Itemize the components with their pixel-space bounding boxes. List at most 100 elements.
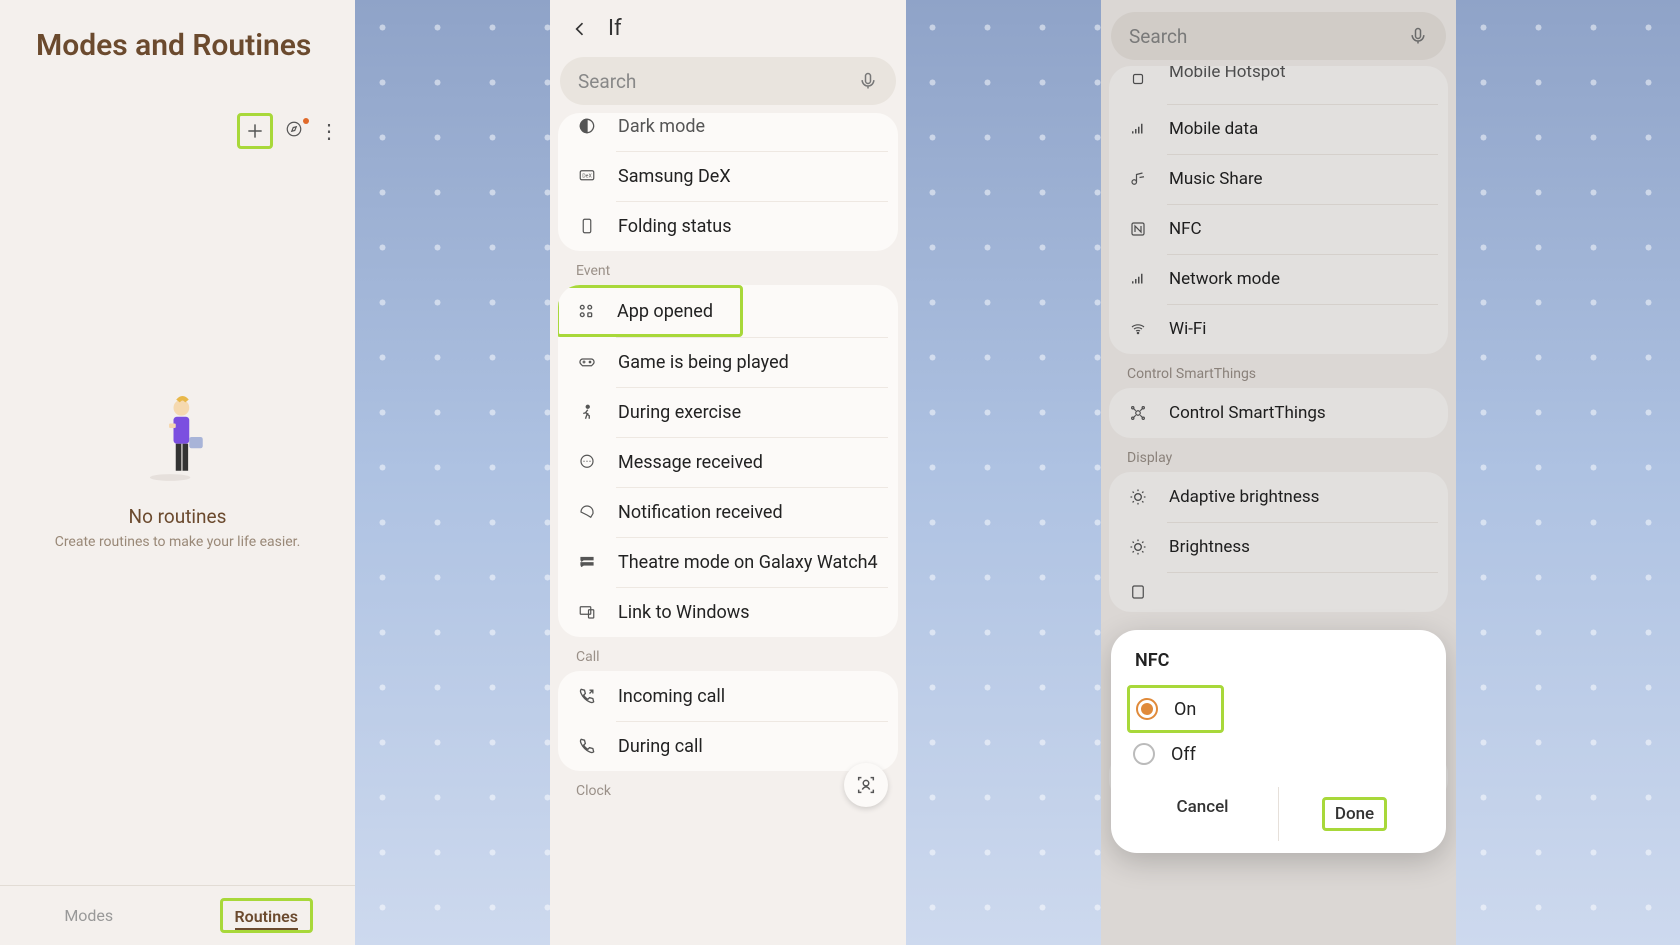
incoming-call-icon: [576, 685, 598, 707]
tab-routines-label: Routines: [235, 907, 298, 930]
radio-label: Off: [1171, 744, 1196, 765]
search-input[interactable]: Search: [1111, 12, 1446, 60]
empty-illustration-icon: [138, 387, 218, 487]
list-item-label: Notification received: [618, 502, 783, 523]
music-share-icon: [1127, 168, 1149, 190]
list-item[interactable]: Network mode: [1109, 254, 1448, 304]
phone-screen-2: If Search Dark mode DeX Samsung DeX: [550, 0, 906, 945]
exercise-icon: [576, 401, 598, 423]
cancel-label: Cancel: [1176, 797, 1228, 817]
list-item[interactable]: Brightness: [1109, 522, 1448, 572]
list-item[interactable]: Game is being played: [558, 337, 898, 387]
theatre-icon: [576, 551, 598, 573]
search-placeholder: Search: [578, 70, 636, 93]
mobile-data-icon: [1127, 118, 1149, 140]
game-icon: [576, 351, 598, 373]
dex-icon: DeX: [576, 165, 598, 187]
dialog-title: NFC: [1127, 650, 1430, 685]
list-item-label: Folding status: [618, 216, 732, 237]
list-item-label: Incoming call: [618, 686, 725, 707]
list-item[interactable]: During call: [558, 721, 898, 771]
mic-icon[interactable]: [1408, 26, 1428, 46]
list-item[interactable]: Folding status: [558, 201, 898, 251]
add-routine-button[interactable]: [237, 113, 273, 149]
list-item[interactable]: Incoming call: [558, 671, 898, 721]
list-item[interactable]: Control SmartThings: [1109, 388, 1448, 438]
list-item-app-opened[interactable]: App opened: [558, 285, 898, 337]
list-item[interactable]: Mobile data: [1109, 104, 1448, 154]
list-item[interactable]: During exercise: [558, 387, 898, 437]
cancel-button[interactable]: Cancel: [1127, 787, 1278, 841]
list-item-label: Theatre mode on Galaxy Watch4: [618, 552, 878, 573]
empty-state: No routines Create routines to make your…: [0, 329, 355, 607]
dark-mode-icon: [576, 115, 598, 137]
done-button[interactable]: Done: [1278, 787, 1430, 841]
message-icon: [576, 451, 598, 473]
list-item[interactable]: Link to Windows: [558, 587, 898, 637]
list-item[interactable]: Adaptive brightness: [1109, 472, 1448, 522]
list-item-label: Music Share: [1169, 169, 1263, 189]
list-item-label: Mobile data: [1169, 119, 1258, 139]
wallpaper-strip: [905, 0, 1101, 945]
notification-dot-icon: [303, 118, 309, 124]
search-placeholder: Search: [1129, 25, 1187, 48]
radio-off-icon: [1133, 743, 1155, 765]
tab-routines[interactable]: Routines: [178, 886, 356, 945]
list-item[interactable]: [1109, 572, 1448, 612]
empty-subtitle: Create routines to make your life easier…: [55, 534, 301, 550]
back-button[interactable]: [570, 19, 590, 39]
header-title: If: [608, 16, 622, 41]
tab-modes-label: Modes: [64, 906, 113, 925]
list-item[interactable]: Theatre mode on Galaxy Watch4: [558, 537, 898, 587]
wallpaper-strip: [1456, 0, 1680, 945]
svg-text:DeX: DeX: [582, 174, 592, 180]
hotspot-icon: [1127, 68, 1149, 90]
list-item[interactable]: Message received: [558, 437, 898, 487]
list-item[interactable]: NFC: [1109, 204, 1448, 254]
list-item[interactable]: Wi-Fi: [1109, 304, 1448, 354]
adaptive-brightness-icon: [1127, 486, 1149, 508]
list-item-label: [1169, 582, 1173, 602]
list-item-label: Wi-Fi: [1169, 319, 1206, 339]
list-item[interactable]: Dark mode: [558, 113, 898, 151]
screen-icon: [1127, 581, 1149, 603]
list-item[interactable]: Mobile Hotspot: [1109, 66, 1448, 104]
list-item[interactable]: Notification received: [558, 487, 898, 537]
during-call-icon: [576, 735, 598, 757]
done-label: Done: [1322, 797, 1387, 831]
list-item-label: Link to Windows: [618, 602, 750, 623]
link-windows-icon: [576, 601, 598, 623]
radio-label: On: [1174, 699, 1196, 720]
list-item-label: Network mode: [1169, 269, 1280, 289]
list-item[interactable]: Music Share: [1109, 154, 1448, 204]
list-item-label: Message received: [618, 452, 763, 473]
nfc-dialog: NFC On Off Cancel Done: [1111, 630, 1446, 853]
brightness-icon: [1127, 536, 1149, 558]
list-item-label: Game is being played: [618, 352, 789, 373]
phone-screen-1: Modes and Routines ⋮ No routines Create …: [0, 0, 355, 945]
radio-option-off[interactable]: Off: [1127, 733, 1430, 775]
section-header-smartthings: Control SmartThings: [1109, 354, 1448, 388]
radio-option-on[interactable]: On: [1127, 685, 1224, 733]
tab-modes[interactable]: Modes: [0, 886, 178, 945]
list-item-label: Dark mode: [618, 116, 705, 137]
list-item-label: Samsung DeX: [618, 166, 731, 187]
list-item[interactable]: DeX Samsung DeX: [558, 151, 898, 201]
section-header-display: Display: [1109, 438, 1448, 472]
section-header-call: Call: [558, 637, 898, 671]
notification-icon: [576, 501, 598, 523]
page-title: Modes and Routines: [0, 0, 355, 73]
list-item-label: App opened: [617, 301, 713, 322]
bottom-tabs: Modes Routines: [0, 885, 355, 945]
section-header-event: Event: [558, 251, 898, 285]
nfc-icon: [1127, 218, 1149, 240]
scan-button[interactable]: [844, 763, 888, 807]
mic-icon[interactable]: [858, 71, 878, 91]
empty-title: No routines: [129, 505, 227, 528]
list-item-label: Adaptive brightness: [1169, 487, 1319, 507]
more-options-button[interactable]: ⋮: [319, 119, 335, 143]
list-item-label: During exercise: [618, 402, 741, 423]
discover-button[interactable]: [285, 120, 307, 142]
search-input[interactable]: Search: [560, 57, 896, 105]
list-item-label: NFC: [1169, 219, 1202, 239]
